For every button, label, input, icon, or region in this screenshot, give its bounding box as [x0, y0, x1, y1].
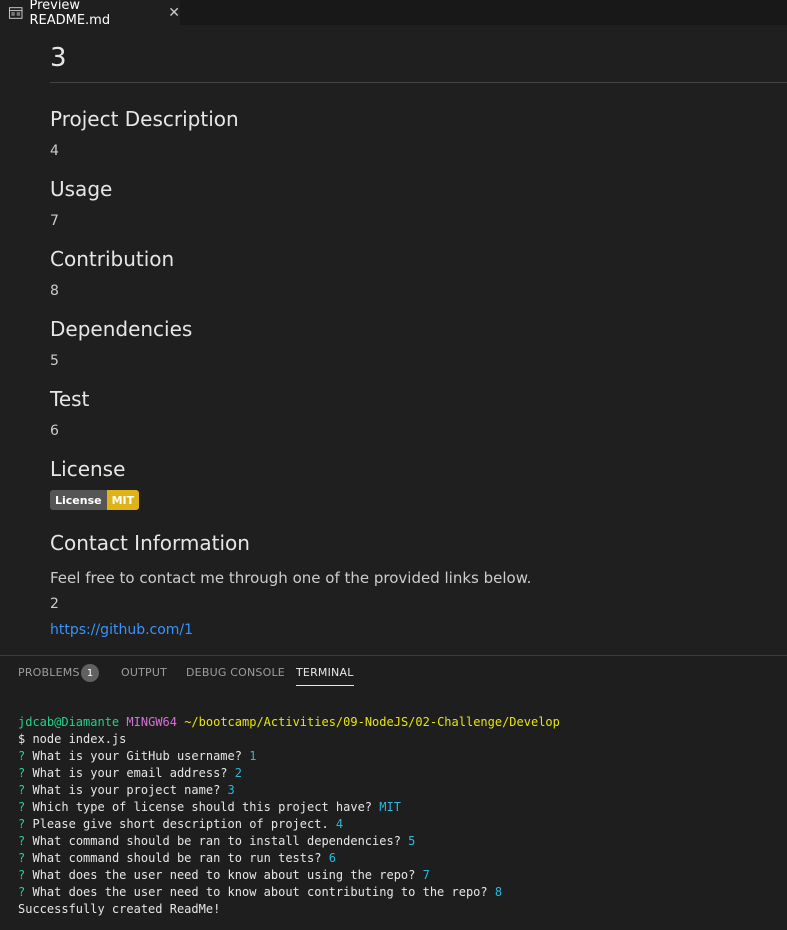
terminal-path: ~/bootcamp/Activities/09-NodeJS/02-Chall… [184, 715, 560, 729]
preview-icon [8, 6, 23, 19]
section-heading-dependencies: Dependencies [50, 317, 193, 341]
tab-preview-readme[interactable]: Preview README.md ✕ [0, 0, 180, 28]
question-mark: ? [18, 800, 26, 814]
section-heading-test: Test [50, 387, 90, 411]
answer-4: MIT [379, 800, 401, 814]
question-3: What is your project name? [32, 783, 221, 797]
panel-tab-bar: PROBLEMS 1 OUTPUT DEBUG CONSOLE TERMINAL [0, 656, 787, 690]
question-mark: ? [18, 817, 26, 831]
license-badge: License MIT [50, 490, 140, 510]
section-body-contribution: 8 [50, 283, 59, 299]
problems-count-badge: 1 [81, 664, 99, 682]
section-body-usage: 7 [50, 213, 59, 229]
answer-5: 4 [335, 817, 344, 831]
answer-7: 6 [328, 851, 336, 865]
question-mark: ? [18, 766, 26, 780]
answer-3: 3 [227, 783, 235, 797]
editor-tab-bar: Preview README.md ✕ [0, 0, 787, 28]
tab-title: Preview README.md [29, 0, 111, 28]
contact-text: Feel free to contact me through one of t… [50, 569, 532, 587]
badge-label: License [50, 490, 107, 510]
badge-value: MIT [106, 490, 140, 510]
terminal-user: jdcab@Diamante [18, 715, 120, 729]
section-heading-contribution: Contribution [50, 247, 175, 271]
bottom-panel: PROBLEMS 1 OUTPUT DEBUG CONSOLE TERMINAL… [0, 656, 787, 930]
tab-output[interactable]: OUTPUT [121, 666, 167, 679]
answer-6: 5 [408, 834, 416, 848]
question-mark: ? [18, 851, 26, 865]
section-heading-usage: Usage [50, 177, 113, 201]
tab-problems[interactable]: PROBLEMS [18, 666, 80, 679]
section-heading-contact: Contact Information [50, 531, 250, 555]
tab-debug-console[interactable]: DEBUG CONSOLE [186, 666, 285, 679]
question-6: What command should be ran to install de… [32, 834, 401, 848]
markdown-preview: 3 Project Description 4 Usage 7 Contribu… [0, 25, 787, 655]
tab-terminal-label: TERMINAL [296, 666, 354, 679]
question-4: Which type of license should this projec… [32, 800, 373, 814]
terminal-result: Successfully created ReadMe! [18, 902, 221, 916]
terminal-output[interactable]: jdcab@Diamante MINGW64 ~/bootcamp/Activi… [18, 714, 560, 918]
page-title: 3 [50, 43, 67, 73]
title-divider [50, 82, 787, 83]
answer-2: 2 [234, 766, 243, 780]
question-1: What is your GitHub username? [32, 749, 242, 763]
answer-1: 1 [249, 749, 257, 763]
question-2: What is your email address? [32, 766, 228, 780]
question-9: What does the user need to know about co… [32, 885, 488, 899]
answer-8: 7 [422, 868, 430, 882]
question-mark: ? [18, 834, 26, 848]
github-link[interactable]: https://github.com/1 [50, 622, 193, 638]
question-7: What command should be ran to run tests? [32, 851, 322, 865]
terminal-command: $ node index.js [18, 732, 127, 746]
question-mark: ? [18, 885, 26, 899]
question-mark: ? [18, 749, 26, 763]
answer-9: 8 [494, 885, 503, 899]
section-heading-license: License [50, 457, 126, 481]
question-5: Please give short description of project… [32, 817, 329, 831]
contact-value: 2 [50, 596, 59, 612]
question-mark: ? [18, 868, 26, 882]
tab-terminal[interactable]: TERMINAL [296, 666, 354, 686]
question-8: What does the user need to know about us… [32, 868, 416, 882]
terminal-env: MINGW64 [126, 715, 177, 729]
section-body-dependencies: 5 [50, 353, 59, 369]
section-heading-project-description: Project Description [50, 107, 239, 131]
section-body-project-description: 4 [50, 143, 59, 159]
close-icon[interactable]: ✕ [168, 5, 180, 21]
question-mark: ? [18, 783, 26, 797]
section-body-test: 6 [50, 423, 59, 439]
active-tab-underline [296, 685, 354, 686]
